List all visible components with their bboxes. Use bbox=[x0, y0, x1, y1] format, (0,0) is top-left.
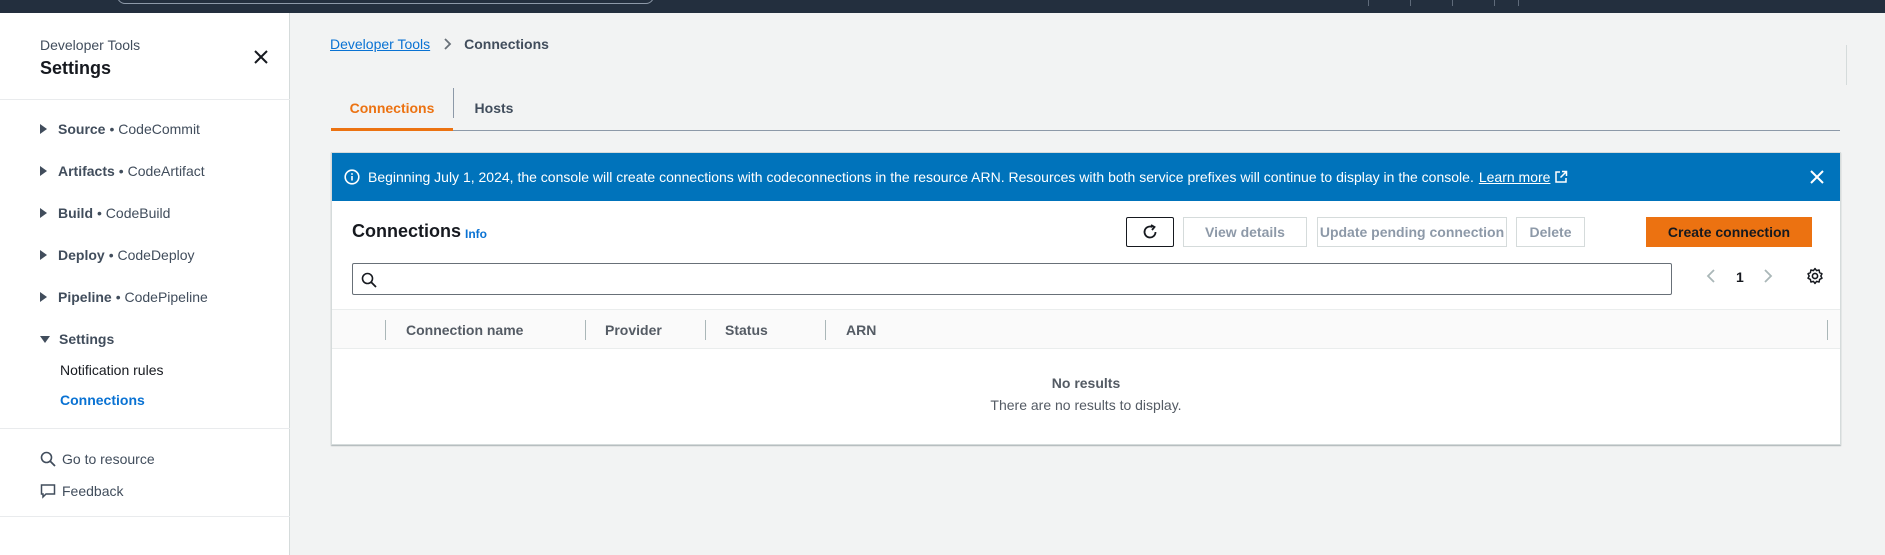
search-field[interactable] bbox=[352, 263, 1672, 295]
column-divider[interactable] bbox=[705, 320, 706, 340]
tab-connections[interactable]: Connections bbox=[331, 86, 453, 131]
nav-item-label: Source bbox=[58, 121, 106, 137]
connections-panel: Beginning July 1, 2024, the console will… bbox=[331, 152, 1841, 445]
nav-divider bbox=[0, 99, 290, 100]
topbar-divider bbox=[1452, 0, 1453, 6]
nav-item-pipeline[interactable]: Pipeline • CodePipeline bbox=[40, 287, 208, 307]
table-header-row: Connections Info View details Update pen… bbox=[332, 201, 1840, 261]
page-number[interactable]: 1 bbox=[1736, 269, 1744, 285]
column-status[interactable]: Status bbox=[725, 322, 768, 338]
topbar-divider bbox=[1518, 0, 1519, 6]
nav-item-artifacts[interactable]: Artifacts • CodeArtifact bbox=[40, 161, 205, 181]
learn-more-label: Learn more bbox=[1478, 169, 1551, 185]
nav-divider bbox=[0, 428, 290, 429]
update-pending-connection-button[interactable]: Update pending connection bbox=[1317, 217, 1507, 247]
empty-state-title: No results bbox=[1051, 375, 1121, 391]
go-to-resource-label: Go to resource bbox=[62, 451, 155, 467]
caret-right-icon bbox=[40, 250, 47, 260]
close-icon[interactable] bbox=[250, 46, 272, 68]
global-search-bar[interactable] bbox=[117, 0, 654, 4]
nav-item-service: • CodeCommit bbox=[109, 121, 200, 137]
nav-link-connections[interactable]: Connections bbox=[60, 392, 145, 408]
caret-right-icon bbox=[40, 124, 47, 134]
refresh-button[interactable] bbox=[1126, 217, 1174, 247]
topbar-divider bbox=[1494, 0, 1495, 6]
chevron-right-icon bbox=[442, 38, 452, 50]
create-connection-button[interactable]: Create connection bbox=[1646, 217, 1812, 247]
nav-item-build[interactable]: Build • CodeBuild bbox=[40, 203, 170, 223]
topbar-divider bbox=[1410, 0, 1411, 6]
info-icon bbox=[344, 169, 360, 185]
breadcrumb-current: Connections bbox=[464, 36, 549, 52]
go-to-resource-link[interactable]: Go to resource bbox=[40, 451, 155, 467]
nav-divider bbox=[0, 516, 290, 517]
topbar-divider bbox=[1368, 0, 1369, 6]
caret-right-icon bbox=[40, 208, 47, 218]
tab-list: Connections Hosts bbox=[331, 86, 1840, 131]
column-provider[interactable]: Provider bbox=[605, 322, 662, 338]
delete-button[interactable]: Delete bbox=[1516, 217, 1585, 247]
nav-item-label: Artifacts bbox=[58, 163, 115, 179]
next-page-icon[interactable] bbox=[1763, 269, 1773, 283]
refresh-icon bbox=[1143, 224, 1157, 239]
caret-down-icon bbox=[40, 335, 50, 343]
gear-icon[interactable] bbox=[1806, 267, 1824, 290]
nav-item-service: • CodeBuild bbox=[97, 205, 171, 221]
info-link[interactable]: Info bbox=[465, 227, 487, 241]
previous-page-icon[interactable] bbox=[1706, 269, 1716, 283]
feedback-label: Feedback bbox=[62, 483, 124, 499]
column-arn[interactable]: ARN bbox=[846, 322, 876, 338]
caret-right-icon bbox=[40, 292, 47, 302]
nav-item-deploy[interactable]: Deploy • CodeDeploy bbox=[40, 245, 195, 265]
tab-hosts[interactable]: Hosts bbox=[454, 86, 534, 130]
info-banner: Beginning July 1, 2024, the console will… bbox=[332, 153, 1840, 201]
column-divider[interactable] bbox=[825, 320, 826, 340]
breadcrumb: Developer Tools Connections bbox=[330, 36, 549, 52]
nav-item-settings[interactable]: Settings bbox=[40, 329, 114, 349]
nav-item-label: Deploy bbox=[58, 247, 105, 263]
empty-state-message: There are no results to display. bbox=[990, 397, 1182, 413]
panel-title: Connections bbox=[352, 221, 462, 241]
column-divider bbox=[385, 320, 386, 340]
search-input[interactable] bbox=[383, 266, 1663, 292]
nav-subtitle: Developer Tools bbox=[40, 37, 141, 53]
banner-message: Beginning July 1, 2024, the console will… bbox=[368, 169, 1474, 185]
nav-item-service: • CodePipeline bbox=[115, 289, 208, 305]
view-details-button[interactable]: View details bbox=[1183, 217, 1307, 247]
caret-right-icon bbox=[40, 166, 47, 176]
nav-item-label: Settings bbox=[59, 331, 115, 347]
feedback-icon bbox=[40, 484, 56, 499]
learn-more-link[interactable]: Learn more bbox=[1479, 169, 1569, 185]
scrollbar-edge bbox=[1846, 45, 1847, 85]
column-divider[interactable] bbox=[585, 320, 586, 340]
dismiss-banner-icon[interactable] bbox=[1807, 167, 1827, 187]
nav-item-label: Build bbox=[58, 205, 93, 221]
nav-item-label: Pipeline bbox=[58, 289, 112, 305]
nav-title: Settings bbox=[40, 58, 112, 78]
nav-item-source[interactable]: Source • CodeCommit bbox=[40, 119, 200, 139]
search-icon bbox=[40, 451, 56, 467]
column-divider[interactable] bbox=[1827, 320, 1828, 340]
feedback-link[interactable]: Feedback bbox=[40, 483, 123, 499]
nav-link-notification-rules[interactable]: Notification rules bbox=[60, 362, 164, 378]
column-connection-name[interactable]: Connection name bbox=[406, 322, 523, 338]
side-navigation: Developer Tools Settings Source • CodeCo… bbox=[0, 13, 290, 555]
search-icon bbox=[361, 272, 377, 288]
nav-item-service: • CodeArtifact bbox=[118, 163, 205, 179]
breadcrumb-developer-tools[interactable]: Developer Tools bbox=[330, 36, 430, 52]
nav-item-service: • CodeDeploy bbox=[108, 247, 195, 263]
top-navigation-bar bbox=[0, 0, 1885, 13]
external-link-icon bbox=[1555, 170, 1568, 183]
table-head: Connection name Provider Status ARN bbox=[332, 309, 1840, 349]
